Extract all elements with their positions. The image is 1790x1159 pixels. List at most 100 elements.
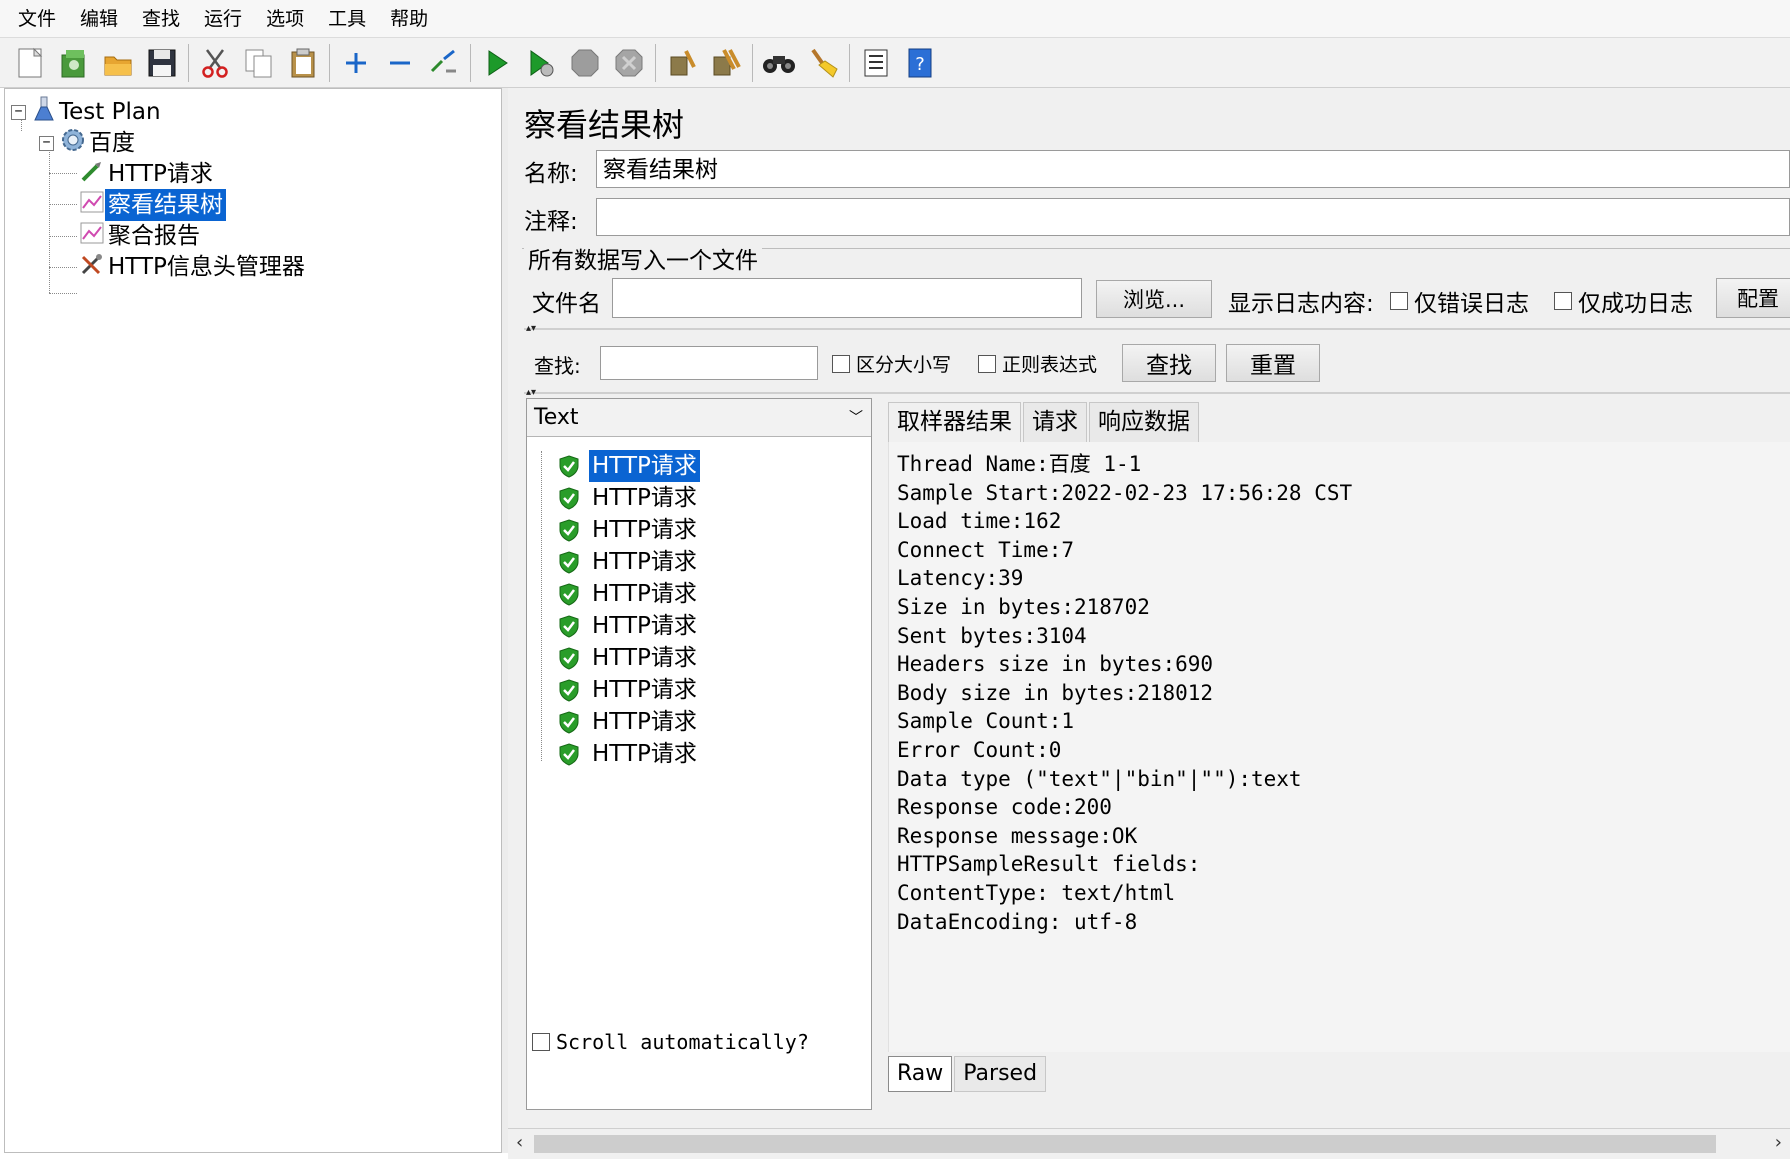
stop-icon[interactable]	[565, 43, 605, 83]
menu-edit[interactable]: 编辑	[68, 0, 130, 38]
result-line: ContentType: text/html	[897, 880, 1176, 905]
cut-icon[interactable]	[195, 43, 235, 83]
checkbox-box[interactable]	[532, 1033, 550, 1051]
splitter-arrows-icon[interactable]: ▴▾	[526, 324, 536, 334]
filename-field[interactable]	[612, 278, 1082, 318]
start-icon[interactable]	[477, 43, 517, 83]
new-icon[interactable]	[10, 43, 50, 83]
open-icon[interactable]	[98, 43, 138, 83]
case-sensitive-checkbox[interactable]: 区分大小写	[832, 350, 951, 377]
browse-button[interactable]: 浏览...	[1096, 280, 1212, 318]
result-item[interactable]: HTTP请求	[557, 641, 700, 675]
result-item[interactable]: HTTP请求	[557, 737, 700, 771]
expand-icon[interactable]	[336, 43, 376, 83]
paste-icon[interactable]	[283, 43, 323, 83]
search-icon[interactable]	[759, 43, 799, 83]
sampler-result-text[interactable]: Thread Name:百度 1-1 Sample Start:2022-02-…	[888, 442, 1790, 1052]
tab-sampler-result[interactable]: 取样器结果	[888, 402, 1021, 442]
scrollbar-thumb[interactable]	[534, 1135, 1716, 1153]
renderer-select[interactable]: Text ﹀	[527, 399, 871, 437]
result-label: HTTP请求	[592, 709, 697, 735]
group-title: 所有数据写入一个文件	[524, 241, 762, 275]
checkbox-box[interactable]	[832, 354, 850, 373]
collapse-node-icon[interactable]: −	[39, 135, 54, 151]
menu-tools[interactable]: 工具	[316, 0, 378, 38]
filename-label: 文件名	[532, 291, 601, 317]
name-field[interactable]: 察看结果树	[596, 150, 1790, 188]
log-content-label: 显示日志内容:	[1228, 291, 1374, 317]
menu-run[interactable]: 运行	[192, 0, 254, 38]
result-item[interactable]: HTTP请求	[557, 577, 700, 611]
result-item[interactable]: HTTP请求	[557, 673, 700, 707]
result-item[interactable]: HTTP请求	[557, 513, 700, 547]
function-helper-icon[interactable]	[856, 43, 896, 83]
menu-search[interactable]: 查找	[130, 0, 192, 38]
reset-search-icon[interactable]	[803, 43, 843, 83]
find-button[interactable]: 查找	[1122, 344, 1216, 382]
help-icon[interactable]: ?	[900, 43, 940, 83]
tab-raw[interactable]: Raw	[888, 1056, 953, 1092]
tab-response-data[interactable]: 响应数据	[1089, 402, 1199, 442]
raw-parsed-tabs: Raw Parsed	[888, 1056, 1048, 1092]
tree-node-view-results-tree[interactable]: 察看结果树	[79, 188, 226, 222]
toolbar-separator	[470, 43, 471, 82]
scroll-right-icon[interactable]: ›	[1775, 1132, 1782, 1153]
shutdown-icon[interactable]	[609, 43, 649, 83]
success-shield-icon	[557, 486, 581, 510]
tree-label: Test Plan	[59, 99, 161, 125]
result-item[interactable]: HTTP请求	[557, 481, 700, 515]
success-only-checkbox[interactable]: 仅成功日志	[1554, 284, 1693, 318]
result-line: Sample Start:2022-02-23 17:56:28 CST	[897, 480, 1353, 505]
wrench-icon	[79, 251, 105, 283]
tree-node-thread-group[interactable]: − 百度	[39, 126, 138, 160]
search-field[interactable]	[600, 346, 818, 380]
reset-button[interactable]: 重置	[1226, 344, 1320, 382]
collapse-icon[interactable]	[380, 43, 420, 83]
search-label: 查找:	[534, 354, 581, 378]
result-item[interactable]: HTTP请求	[557, 545, 700, 579]
checkbox-box[interactable]	[1554, 292, 1572, 310]
start-no-pause-icon[interactable]	[521, 43, 561, 83]
tree-node-header-manager[interactable]: HTTP信息头管理器	[79, 250, 308, 284]
result-line: DataEncoding: utf-8	[897, 909, 1138, 934]
success-shield-icon	[557, 742, 581, 766]
splitter-arrows-icon[interactable]: ▴▾	[526, 388, 536, 398]
copy-icon[interactable]	[239, 43, 279, 83]
menu-file[interactable]: 文件	[6, 0, 68, 38]
scroll-left-icon[interactable]: ‹	[516, 1132, 523, 1153]
collapse-node-icon[interactable]: −	[11, 104, 26, 120]
success-shield-icon	[557, 518, 581, 542]
section-separator	[524, 328, 1790, 330]
chevron-down-icon[interactable]: ﹀	[849, 399, 863, 437]
checkbox-label: Scroll automatically?	[556, 1030, 809, 1054]
clear-all-icon[interactable]	[706, 43, 746, 83]
success-shield-icon	[557, 646, 581, 670]
errors-only-checkbox[interactable]: 仅错误日志	[1390, 284, 1529, 318]
result-line: Data type ("text"|"bin"|""):text	[897, 766, 1302, 791]
tree-node-test-plan[interactable]: − Test Plan	[11, 95, 164, 129]
menu-options[interactable]: 选项	[254, 0, 316, 38]
clear-icon[interactable]	[662, 43, 702, 83]
templates-icon[interactable]	[54, 43, 94, 83]
result-item[interactable]: HTTP请求	[557, 609, 700, 643]
regex-checkbox[interactable]: 正则表达式	[978, 350, 1097, 377]
tree-connector	[49, 236, 77, 237]
result-label: HTTP请求	[592, 517, 697, 543]
comment-field[interactable]	[596, 198, 1790, 236]
toggle-icon[interactable]	[424, 43, 464, 83]
checkbox-box[interactable]	[1390, 292, 1408, 310]
result-item[interactable]: HTTP请求	[557, 449, 700, 483]
configure-button[interactable]: 配置	[1716, 278, 1790, 318]
horizontal-scrollbar[interactable]: ‹ ›	[508, 1128, 1790, 1158]
tab-parsed[interactable]: Parsed	[954, 1056, 1047, 1092]
checkbox-box[interactable]	[978, 354, 996, 373]
tree-node-http-request[interactable]: HTTP请求	[79, 157, 216, 191]
scroll-automatically-checkbox[interactable]: Scroll automatically?	[532, 1030, 809, 1054]
save-icon[interactable]	[142, 43, 182, 83]
tree-connector	[49, 204, 77, 205]
tree-node-aggregate-report[interactable]: 聚合报告	[79, 219, 203, 253]
result-item[interactable]: HTTP请求	[557, 705, 700, 739]
tab-request[interactable]: 请求	[1023, 402, 1087, 442]
menu-help[interactable]: 帮助	[378, 0, 440, 38]
success-shield-icon	[557, 582, 581, 606]
